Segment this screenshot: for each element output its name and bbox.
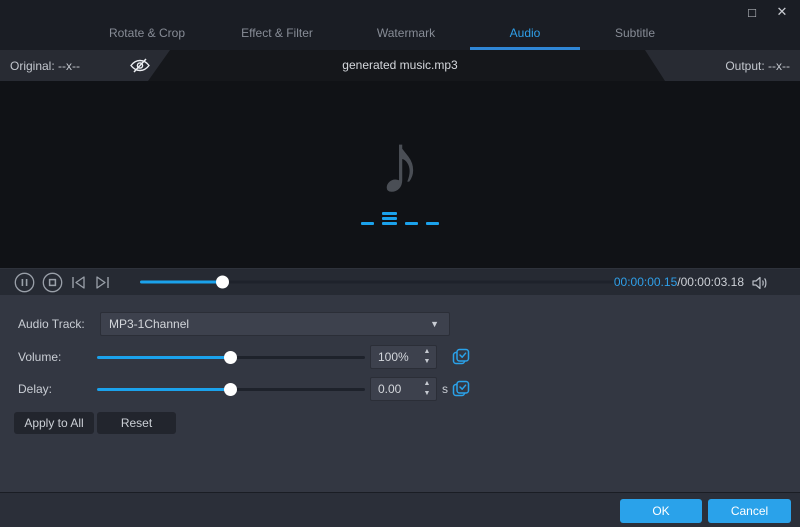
delay-track[interactable]: [97, 388, 365, 391]
tab-bar: Rotate & Crop Effect & Filter Watermark …: [82, 20, 690, 50]
seek-fill: [140, 281, 223, 284]
next-frame-button[interactable]: [94, 275, 111, 290]
close-icon[interactable]: ✕: [772, 3, 792, 21]
delay-slider[interactable]: [0, 377, 365, 401]
mute-button[interactable]: [750, 274, 768, 291]
eye-off-icon: [128, 57, 152, 74]
tab-subtitle[interactable]: Subtitle: [580, 20, 690, 50]
player-bar: 00:00:00.15/00:00:03.18: [0, 268, 800, 295]
skip-back-icon: [70, 275, 87, 290]
tab-watermark[interactable]: Watermark: [342, 20, 470, 50]
output-resolution-tab: Output: --x--: [645, 50, 800, 81]
dialog-footer: OK Cancel: [0, 492, 800, 527]
audio-settings-panel: Audio Track: MP3-1Channel ▼ Volume: 100%…: [0, 295, 800, 492]
seek-track[interactable]: [140, 281, 628, 284]
cancel-button[interactable]: Cancel: [708, 499, 791, 523]
delay-spin-arrows: ▲ ▼: [418, 378, 436, 400]
equalizer-stack: [382, 212, 397, 225]
time-display: 00:00:00.15/00:00:03.18: [614, 269, 744, 296]
tab-rotate-crop[interactable]: Rotate & Crop: [82, 20, 212, 50]
time-current: 00:00:00.15: [614, 275, 677, 289]
volume-slider[interactable]: [0, 345, 365, 369]
transport-controls: [14, 269, 111, 296]
file-info-bar: Original: --x-- generated music.mp3 Outp…: [0, 50, 800, 81]
pause-icon: [14, 272, 35, 293]
spin-up-icon[interactable]: ▲: [424, 347, 431, 357]
seek-slider[interactable]: [140, 276, 628, 289]
preview-area: ♪: [0, 81, 800, 268]
delay-spinner: 0.00 ▲ ▼: [370, 377, 437, 401]
tab-effect-filter[interactable]: Effect & Filter: [212, 20, 342, 50]
spin-up-icon[interactable]: ▲: [424, 379, 431, 389]
time-total: 00:00:03.18: [681, 275, 744, 289]
equalizer-icon: [361, 211, 439, 225]
volume-track[interactable]: [97, 356, 365, 359]
equalizer-dash: [405, 222, 418, 225]
volume-spin-arrows: ▲ ▼: [418, 346, 436, 368]
window-controls: □ ✕: [742, 3, 792, 21]
tab-audio[interactable]: Audio: [470, 20, 580, 50]
spin-down-icon[interactable]: ▼: [424, 357, 431, 367]
delay-value[interactable]: 0.00: [371, 382, 418, 396]
reset-button[interactable]: Reset: [97, 412, 176, 434]
audio-edit-dialog: □ ✕ Rotate & Crop Effect & Filter Waterm…: [0, 0, 800, 527]
spin-down-icon[interactable]: ▼: [424, 389, 431, 399]
volume-fill: [97, 356, 231, 359]
ok-button[interactable]: OK: [620, 499, 702, 523]
volume-value[interactable]: 100%: [371, 350, 418, 364]
preview-toggle-button[interactable]: [126, 56, 154, 75]
delay-unit: s: [442, 377, 448, 401]
volume-apply-all-button[interactable]: [452, 348, 470, 366]
stop-icon: [42, 272, 63, 293]
chevron-down-icon: ▼: [430, 319, 439, 329]
previous-frame-button[interactable]: [70, 275, 87, 290]
audio-track-dropdown[interactable]: MP3-1Channel ▼: [100, 312, 450, 336]
speaker-icon: [751, 275, 768, 291]
seek-thumb[interactable]: [216, 276, 229, 289]
maximize-icon[interactable]: □: [742, 3, 762, 21]
stop-button[interactable]: [42, 272, 63, 293]
music-note-icon: ♪: [379, 121, 422, 207]
apply-all-icon: [452, 380, 470, 398]
volume-thumb[interactable]: [224, 351, 237, 364]
volume-spinner: 100% ▲ ▼: [370, 345, 437, 369]
apply-all-icon: [452, 348, 470, 366]
equalizer-dash: [361, 222, 374, 225]
original-resolution-label: Original: --x--: [10, 59, 80, 73]
skip-forward-icon: [94, 275, 111, 290]
pause-button[interactable]: [14, 272, 35, 293]
output-resolution-label: Output: --x--: [725, 59, 790, 73]
delay-thumb[interactable]: [224, 383, 237, 396]
audio-track-label: Audio Track:: [18, 312, 85, 336]
audio-track-value: MP3-1Channel: [109, 317, 430, 331]
equalizer-dash: [426, 222, 439, 225]
delay-apply-all-button[interactable]: [452, 380, 470, 398]
apply-to-all-button[interactable]: Apply to All: [14, 412, 94, 434]
delay-fill: [97, 388, 231, 391]
